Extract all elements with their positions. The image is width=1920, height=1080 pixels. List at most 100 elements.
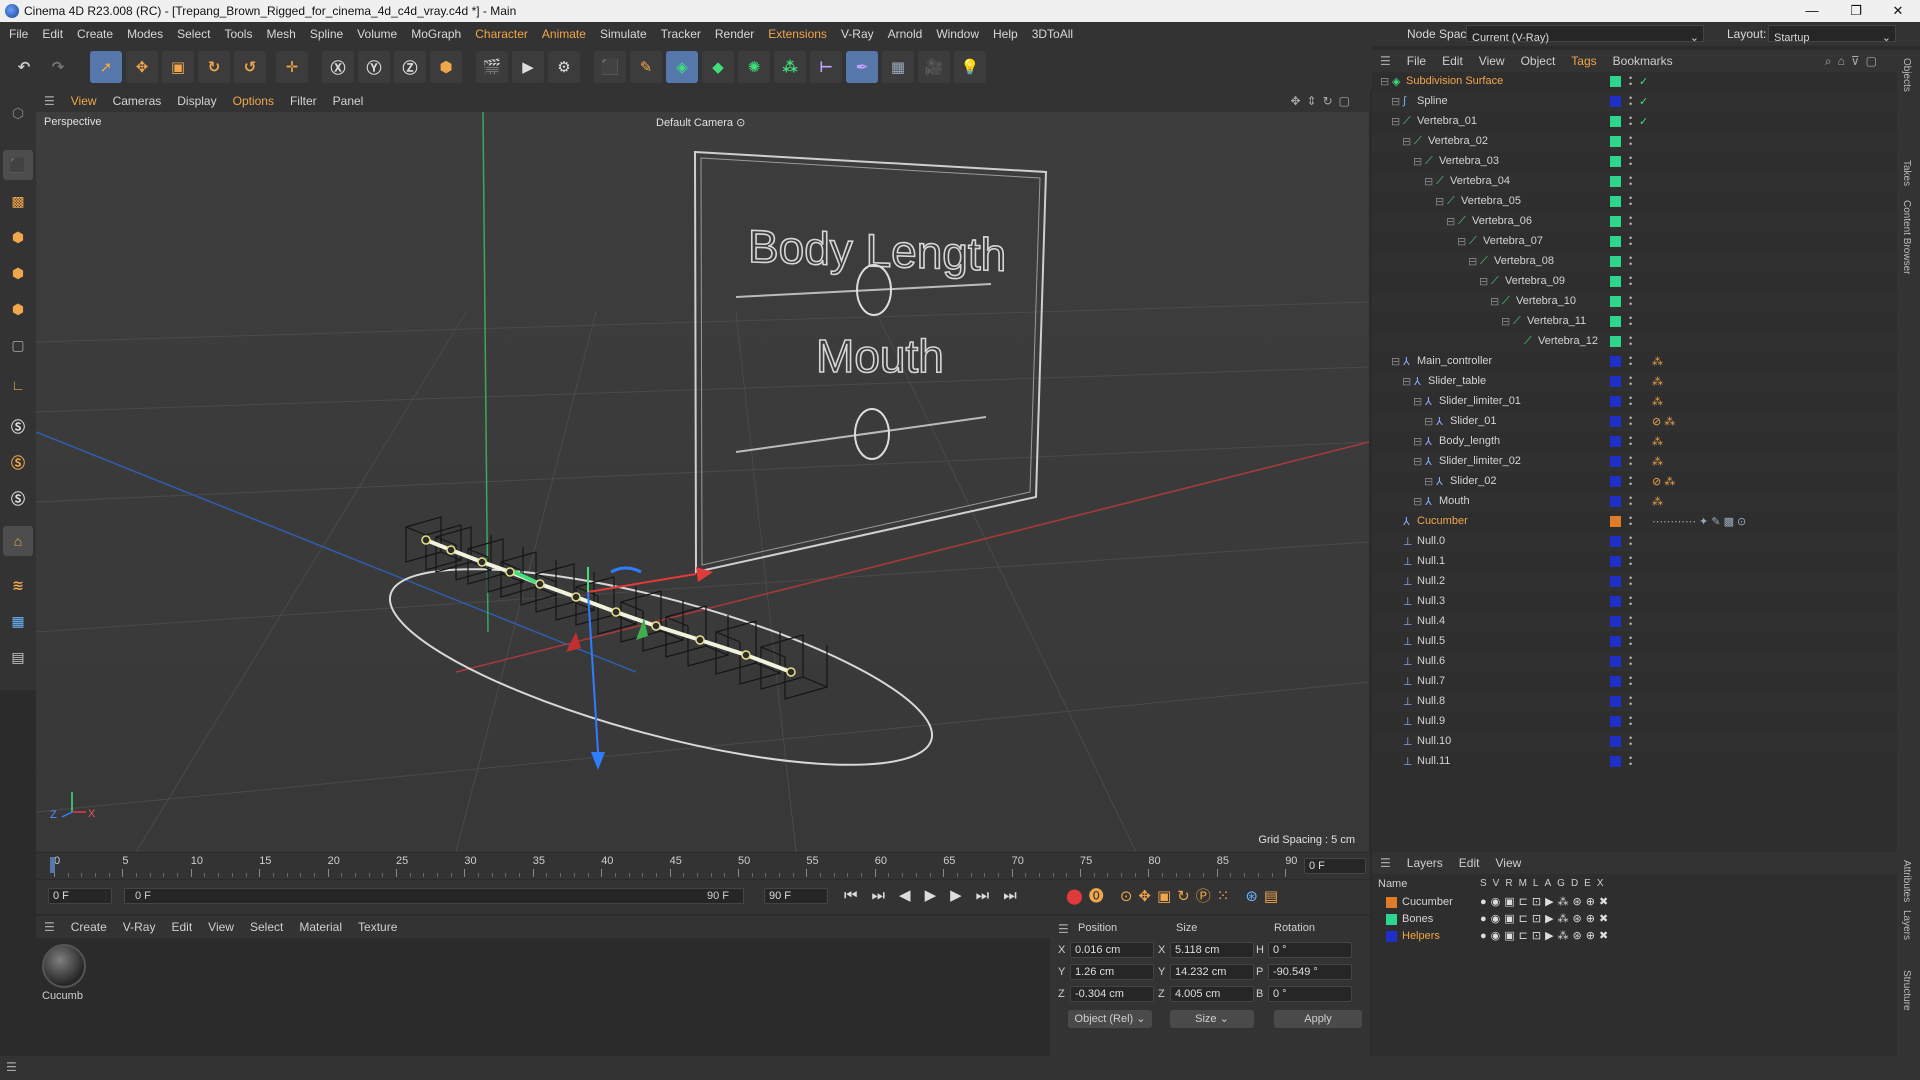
- tree-expander-icon[interactable]: ⊟: [1413, 435, 1422, 448]
- object-row[interactable]: ⊥ Null.8 • •: [1372, 692, 1897, 712]
- object-row[interactable]: ⊟ ◈ Subdivision Surface • • ✓: [1372, 72, 1897, 92]
- end-frame-field[interactable]: 90 F: [764, 888, 828, 904]
- menu-item-modes[interactable]: Modes: [120, 22, 170, 46]
- layout-dropdown[interactable]: Startup ⌄: [1768, 25, 1896, 44]
- select-tool-icon[interactable]: ➚: [90, 51, 122, 83]
- coordinate-mode-dropdown[interactable]: Object (Rel) ⌄: [1068, 1010, 1152, 1028]
- next-key-icon[interactable]: ⏭: [976, 887, 990, 904]
- coordinate-system-icon[interactable]: ⬢: [430, 51, 462, 83]
- x-axis-lock-icon[interactable]: Ⓧ: [322, 51, 354, 83]
- hamburger-icon[interactable]: ☰: [36, 90, 63, 112]
- menu-item-simulate[interactable]: Simulate: [593, 22, 654, 46]
- tree-expander-icon[interactable]: ⊟: [1424, 175, 1433, 188]
- snap-settings-icon[interactable]: Ⓢ: [3, 448, 33, 478]
- visibility-dots-icon[interactable]: • •: [1629, 294, 1633, 309]
- object-row[interactable]: ⊟ ⅄ Slider_table • • ⁂: [1372, 372, 1897, 392]
- menu-item-spline[interactable]: Spline: [303, 22, 350, 46]
- object-row[interactable]: ⊟ ⅄ Slider_01 • • ⊘ ⁂: [1372, 412, 1897, 432]
- menu-item-animate[interactable]: Animate: [535, 22, 593, 46]
- xpresso-tag-icon[interactable]: ⁂: [1652, 455, 1663, 468]
- object-row[interactable]: ⊟ ⟋ Vertebra_09 • •: [1372, 272, 1897, 292]
- coord-rotation-h-field[interactable]: 0 °: [1268, 942, 1352, 958]
- menu-item-mograph[interactable]: MoGraph: [404, 22, 468, 46]
- object-row[interactable]: ⊥ Null.10 • •: [1372, 732, 1897, 752]
- visibility-dots-icon[interactable]: • •: [1629, 274, 1633, 289]
- coord-size-x-field[interactable]: 5.118 cm: [1170, 942, 1254, 958]
- layer-row[interactable]: Cucumber ●◉▣⊏⊡▶⁂⊛⊕✖: [1372, 894, 1897, 911]
- tree-expander-icon[interactable]: ⊟: [1413, 495, 1422, 508]
- object-row[interactable]: ⊥ Null.4 • •: [1372, 612, 1897, 632]
- floor-icon[interactable]: ▦: [882, 51, 914, 83]
- tree-expander-icon[interactable]: ⊟: [1446, 215, 1455, 228]
- node-space-dropdown[interactable]: Current (V-Ray) ⌄: [1466, 25, 1704, 44]
- viewport-nav-icons[interactable]: ✥⇕↻▢: [1282, 90, 1364, 112]
- visibility-dots-icon[interactable]: • •: [1629, 634, 1633, 649]
- snap-icon[interactable]: Ⓢ: [3, 412, 33, 442]
- object-row[interactable]: ⊥ Null.11 • •: [1372, 752, 1897, 772]
- object-row[interactable]: ⊟ ⟋ Vertebra_02 • •: [1372, 132, 1897, 152]
- enabled-check-icon[interactable]: ✓: [1639, 95, 1648, 108]
- pen-spline-icon[interactable]: ✎: [630, 51, 662, 83]
- object-row[interactable]: ⊟ ⅄ Body_length • • ⁂: [1372, 432, 1897, 452]
- object-row[interactable]: ⊥ Null.9 • •: [1372, 712, 1897, 732]
- tree-expander-icon[interactable]: ⊟: [1413, 395, 1422, 408]
- cube-icon[interactable]: ⬛: [594, 51, 626, 83]
- menu-item-file[interactable]: File: [2, 22, 35, 46]
- visibility-dots-icon[interactable]: • •: [1629, 594, 1633, 609]
- menu-item-edit[interactable]: Edit: [35, 22, 70, 46]
- minimize-button[interactable]: —: [1792, 1, 1832, 21]
- layer-flag-icons[interactable]: ●◉▣⊏⊡▶⁂⊛⊕✖: [1480, 895, 1612, 908]
- menu-item-arnold[interactable]: Arnold: [881, 22, 930, 46]
- texture-mode-icon[interactable]: ▩: [3, 186, 33, 216]
- undo-icon[interactable]: ↶: [8, 51, 40, 83]
- hamburger-icon[interactable]: ☰: [36, 916, 63, 938]
- timeline-window-icon[interactable]: ▤: [1264, 887, 1278, 905]
- edges-mode-icon[interactable]: ⬢: [3, 258, 33, 288]
- tree-expander-icon[interactable]: ⊟: [1391, 115, 1400, 128]
- playhead[interactable]: [50, 857, 55, 873]
- visibility-dots-icon[interactable]: • •: [1629, 554, 1633, 569]
- object-row[interactable]: ⊟ ⟋ Vertebra_10 • •: [1372, 292, 1897, 312]
- layer-flag-icons[interactable]: ●◉▣⊏⊡▶⁂⊛⊕✖: [1480, 912, 1612, 925]
- coord-size-z-field[interactable]: 4.005 cm: [1170, 986, 1254, 1002]
- side-tab[interactable]: Content Browser: [1901, 200, 1912, 274]
- previous-key-icon[interactable]: ⏭: [872, 887, 886, 904]
- tree-expander-icon[interactable]: ⊟: [1468, 255, 1477, 268]
- coord-rotation-b-field[interactable]: 0 °: [1268, 986, 1352, 1002]
- visibility-dots-icon[interactable]: • •: [1629, 334, 1633, 349]
- tree-expander-icon[interactable]: ⊟: [1391, 355, 1400, 368]
- visibility-dots-icon[interactable]: • •: [1629, 514, 1633, 529]
- visibility-dots-icon[interactable]: • •: [1629, 114, 1633, 129]
- object-row[interactable]: ⊥ Null.0 • •: [1372, 532, 1897, 552]
- viewport-menu-filter[interactable]: Filter: [282, 90, 325, 112]
- object-row[interactable]: ⊟ ∫ Spline • • ✓: [1372, 92, 1897, 112]
- material-name[interactable]: Cucumb: [42, 990, 83, 1002]
- visibility-dots-icon[interactable]: • •: [1629, 354, 1633, 369]
- visibility-dots-icon[interactable]: • •: [1629, 694, 1633, 709]
- menu-item-3dtoall[interactable]: 3DToAll: [1025, 22, 1080, 46]
- camera-icon[interactable]: 🎥: [918, 51, 950, 83]
- object-row[interactable]: ⊟ ⟋ Vertebra_05 • •: [1372, 192, 1897, 212]
- field-icon[interactable]: ✒: [846, 51, 878, 83]
- object-row[interactable]: ⊥ Null.5 • •: [1372, 632, 1897, 652]
- xpresso-tag-icon[interactable]: ⊘ ⁂: [1652, 475, 1675, 488]
- xpresso-tag-icon[interactable]: ⁂: [1652, 355, 1663, 368]
- object-row[interactable]: ⊟ ⅄ Mouth • • ⁂: [1372, 492, 1897, 512]
- current-frame-field[interactable]: 0 F: [1304, 858, 1366, 874]
- key-position-icon[interactable]: ✥: [1138, 887, 1151, 905]
- menu-item-window[interactable]: Window: [929, 22, 986, 46]
- viewport-menu-view[interactable]: View: [63, 90, 105, 112]
- object-row[interactable]: ⊥ Null.2 • •: [1372, 572, 1897, 592]
- visibility-dots-icon[interactable]: • •: [1629, 194, 1633, 209]
- start-frame-field[interactable]: 0 F: [48, 888, 112, 904]
- visibility-dots-icon[interactable]: • •: [1629, 754, 1633, 769]
- visibility-dots-icon[interactable]: • •: [1629, 454, 1633, 469]
- visibility-dots-icon[interactable]: • •: [1629, 734, 1633, 749]
- side-tab[interactable]: Objects: [1901, 58, 1912, 92]
- magnet-icon[interactable]: ⌂: [3, 526, 33, 556]
- side-tab[interactable]: Layers: [1901, 910, 1912, 940]
- object-row[interactable]: ⅄ Cucumber • • ⋯⋯⋯⋯ ✦ ✎ ▩ ⊙: [1372, 512, 1897, 532]
- visibility-dots-icon[interactable]: • •: [1629, 434, 1633, 449]
- visibility-dots-icon[interactable]: • •: [1629, 134, 1633, 149]
- hamburger-icon[interactable]: ☰: [1372, 852, 1399, 874]
